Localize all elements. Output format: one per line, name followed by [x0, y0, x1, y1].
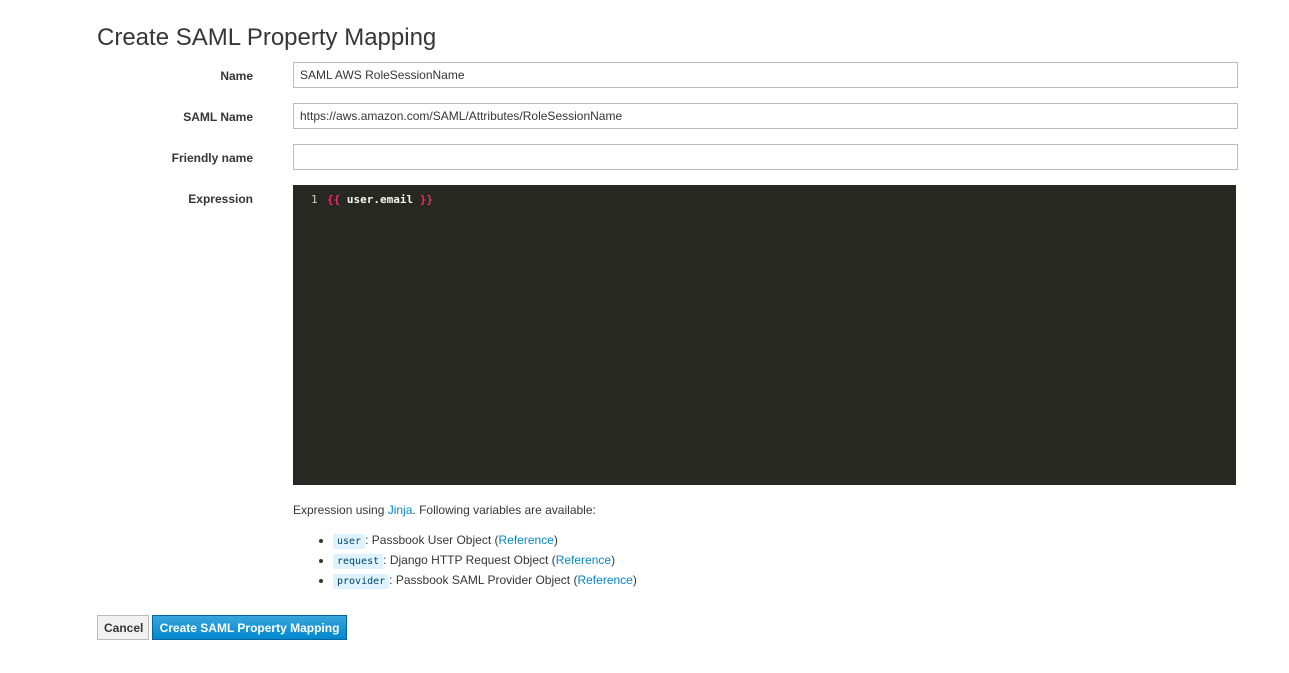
saml-name-input[interactable]: [293, 103, 1238, 129]
help-prefix: Expression using: [293, 503, 388, 517]
variables-list: user: Passbook User Object (Reference) r…: [315, 530, 637, 590]
variable-desc: : Passbook User Object (: [365, 533, 499, 547]
list-item: user: Passbook User Object (Reference): [333, 530, 637, 550]
close-brace: }}: [419, 193, 433, 206]
line-number: 1: [311, 193, 318, 206]
variable-name: user: [333, 534, 366, 549]
name-input[interactable]: [293, 62, 1238, 88]
help-suffix: . Following variables are available:: [412, 503, 596, 517]
open-brace: {{: [327, 193, 341, 206]
friendly-name-label: Friendly name: [171, 151, 253, 165]
paren: ): [632, 573, 637, 587]
create-mapping-button[interactable]: Create SAML Property Mapping: [152, 615, 347, 640]
code-line: {{ user.email }}: [327, 193, 433, 206]
list-item: provider: Passbook SAML Provider Object …: [333, 570, 637, 590]
friendly-name-input[interactable]: [293, 144, 1238, 170]
variable-desc: : Django HTTP Request Object (: [383, 553, 556, 567]
saml-name-label: SAML Name: [183, 110, 253, 124]
variable-name: provider: [333, 574, 390, 589]
name-label: Name: [220, 69, 253, 83]
jinja-link[interactable]: Jinja: [388, 503, 413, 517]
expression-help: Expression using Jinja. Following variab…: [293, 503, 596, 517]
paren: ): [553, 533, 558, 547]
expression-editor[interactable]: 1 {{ user.email }}: [293, 185, 1236, 485]
variable-desc: : Passbook SAML Provider Object (: [389, 573, 578, 587]
cancel-button[interactable]: Cancel: [97, 615, 149, 640]
paren: ): [611, 553, 616, 567]
reference-link[interactable]: Reference: [556, 553, 611, 567]
list-item: request: Django HTTP Request Object (Ref…: [333, 550, 637, 570]
code-body: user.email: [340, 193, 420, 206]
reference-link[interactable]: Reference: [577, 573, 632, 587]
reference-link[interactable]: Reference: [498, 533, 553, 547]
expression-label: Expression: [188, 192, 253, 206]
page-title: Create SAML Property Mapping: [97, 24, 437, 51]
variable-name: request: [333, 554, 384, 569]
